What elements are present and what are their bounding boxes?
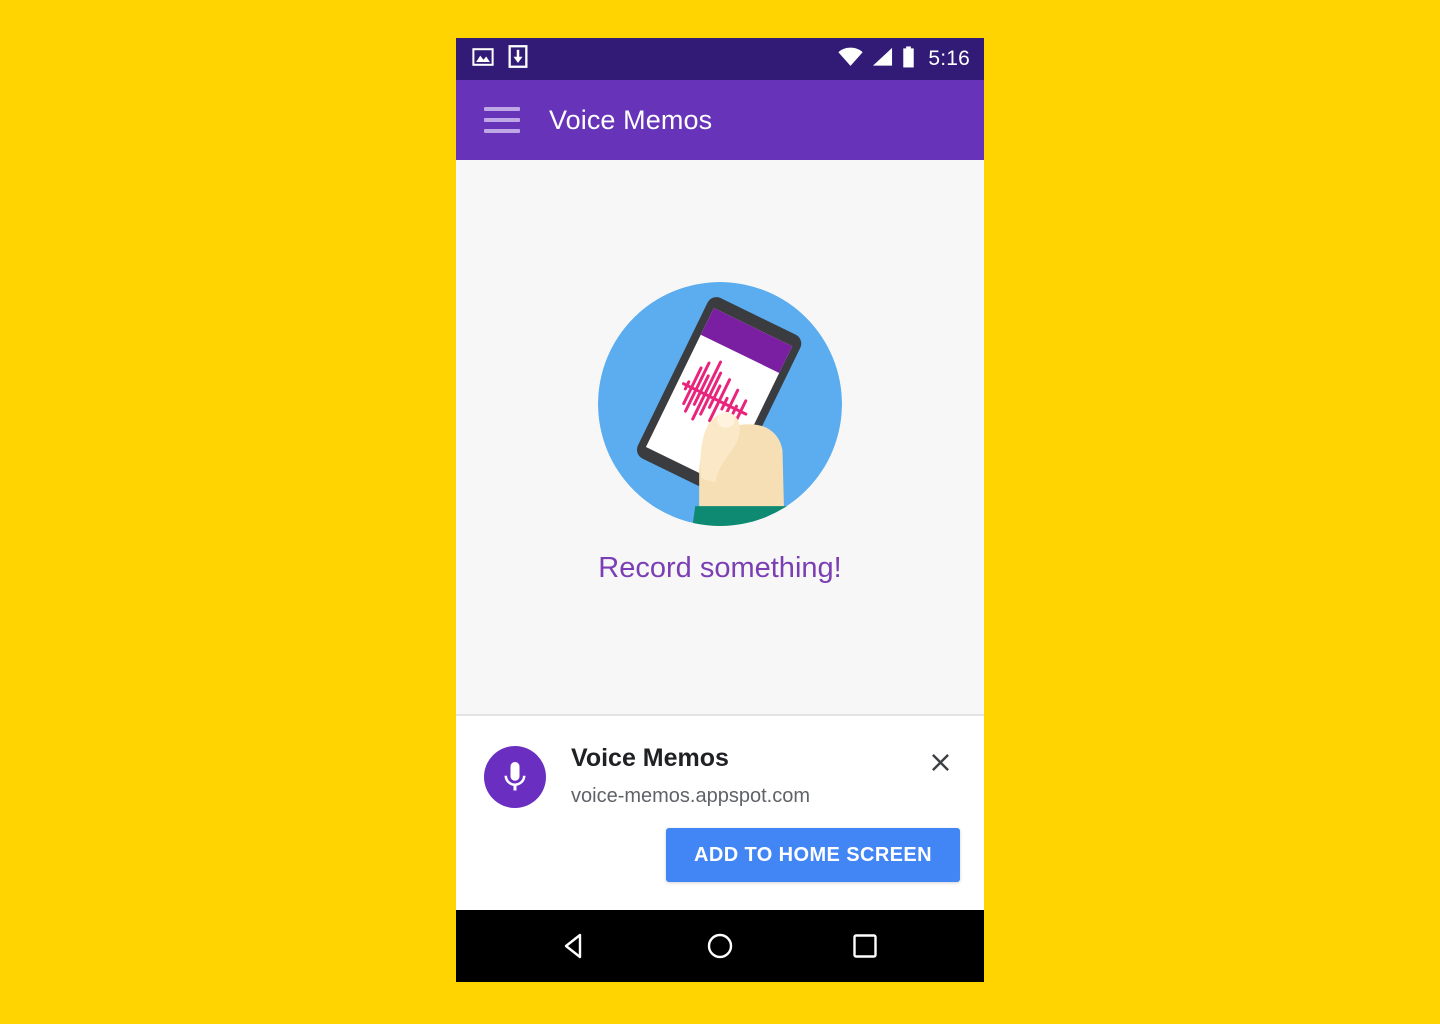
cellular-signal-icon (872, 47, 893, 72)
banner-app-url: voice-memos.appspot.com (571, 785, 810, 808)
android-navigation-bar (456, 910, 984, 982)
app-toolbar: Voice Memos (456, 80, 984, 160)
status-bar: 5:16 (456, 38, 984, 80)
microphone-icon (484, 746, 546, 808)
nav-home-button[interactable] (692, 918, 748, 974)
page-title: Voice Memos (549, 104, 713, 135)
hand-holding-phone-recording-illustration (596, 279, 844, 528)
hamburger-line (484, 118, 520, 122)
nav-back-button[interactable] (547, 918, 603, 974)
add-to-home-screen-banner: Voice Memos voice-memos.appspot.com ADD … (456, 716, 984, 910)
empty-state: Record something! (596, 279, 844, 585)
banner-text-group: Voice Memos voice-memos.appspot.com (571, 742, 810, 808)
status-bar-clock: 5:16 (928, 47, 970, 70)
status-bar-notifications (472, 45, 528, 73)
hamburger-menu-icon[interactable] (484, 107, 520, 133)
wifi-icon (838, 47, 863, 72)
status-bar-system-icons: 5:16 (838, 45, 970, 73)
banner-app-name: Voice Memos (571, 744, 729, 772)
download-icon (508, 45, 528, 73)
empty-state-message: Record something! (598, 551, 842, 584)
add-to-home-screen-button[interactable]: ADD TO HOME SCREEN (666, 828, 960, 882)
battery-icon (902, 45, 915, 73)
banner-header-row: Voice Memos voice-memos.appspot.com (484, 742, 960, 808)
hamburger-line (484, 107, 520, 111)
nav-recents-button[interactable] (837, 918, 893, 974)
phone-device-frame: 5:16 Voice Memos Record something! Voice… (456, 38, 984, 982)
main-content-area: Record something! (456, 160, 984, 716)
close-icon[interactable] (920, 742, 960, 782)
hamburger-line (484, 129, 520, 133)
image-icon (472, 46, 494, 73)
